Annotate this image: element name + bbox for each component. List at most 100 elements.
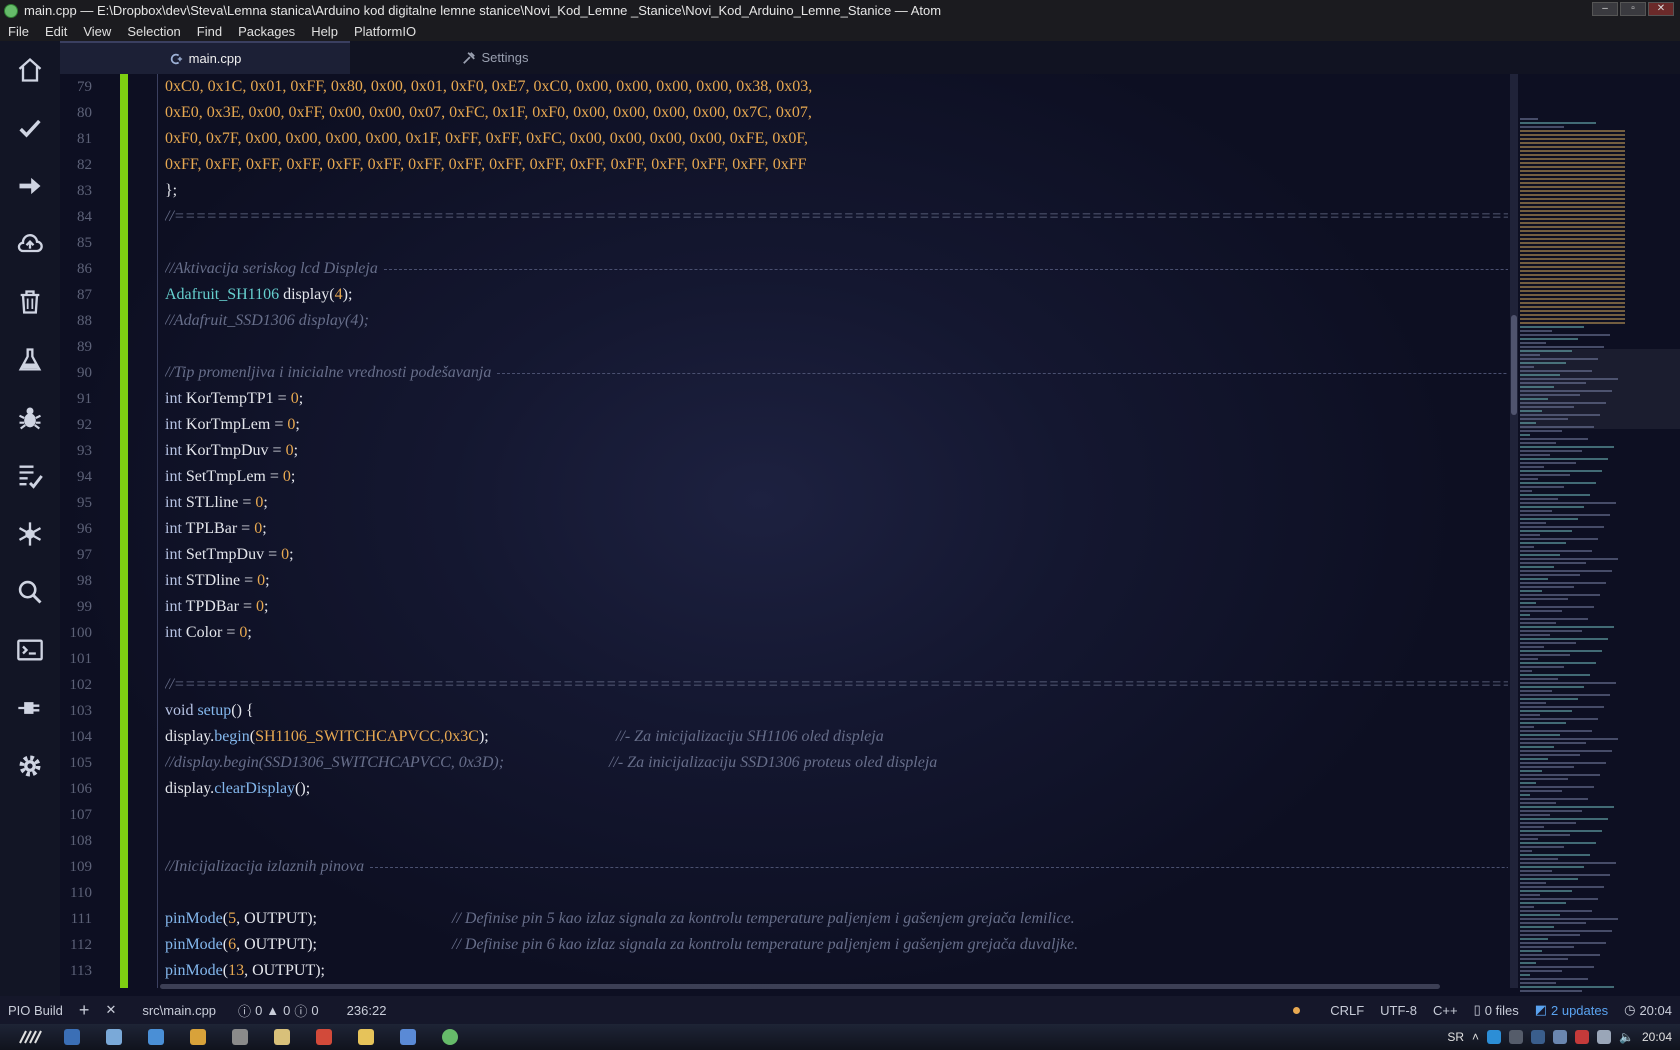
code-line[interactable]: 0xE0, 0x3E, 0x00, 0xFF, 0x00, 0x00, 0x07… (165, 100, 1508, 126)
language-indicator[interactable]: SR (1447, 1030, 1464, 1044)
menu-help[interactable]: Help (303, 24, 346, 39)
pio-tray-icon[interactable] (1553, 1030, 1568, 1044)
check-icon[interactable] (0, 99, 60, 157)
screen-icon[interactable] (1531, 1030, 1546, 1044)
diagnostics-summary[interactable]: ⓘ 0 ▲ 0 ⓘ 0 (230, 1001, 327, 1020)
minimap-visible-region[interactable] (1520, 349, 1680, 429)
menu-file[interactable]: File (0, 24, 37, 39)
code-line[interactable] (165, 802, 1508, 828)
menu-packages[interactable]: Packages (230, 24, 303, 39)
steam-icon[interactable] (1509, 1030, 1524, 1044)
search-icon[interactable] (0, 563, 60, 621)
code-line[interactable]: display.begin(SH1106_SWITCHCAPVCC,0x3C);… (165, 724, 1508, 750)
line-number[interactable]: 81 (60, 126, 120, 152)
line-number[interactable]: 109 (60, 854, 120, 880)
network-icon[interactable] (1597, 1030, 1612, 1044)
line-number[interactable]: 88 (60, 308, 120, 334)
line-number[interactable]: 92 (60, 412, 120, 438)
code-line[interactable]: void setup() { (165, 698, 1508, 724)
taskbar-app-icon[interactable] (180, 1026, 216, 1048)
line-number[interactable]: 80 (60, 100, 120, 126)
line-number[interactable]: 107 (60, 802, 120, 828)
code-line[interactable] (165, 334, 1508, 360)
taskbar-app-icon[interactable] (432, 1026, 468, 1048)
tray-expand-icon[interactable]: ˄ (1472, 1030, 1479, 1044)
line-number[interactable]: 98 (60, 568, 120, 594)
code-line[interactable]: display.clearDisplay(); (165, 776, 1508, 802)
add-terminal-button[interactable]: + (71, 1000, 98, 1021)
code-line[interactable]: pinMode(13, OUTPUT); (165, 958, 1508, 984)
code-line[interactable] (165, 880, 1508, 906)
taskbar-app-icon[interactable] (264, 1026, 300, 1048)
pio-build-button[interactable]: PIO Build (0, 1003, 71, 1018)
menu-view[interactable]: View (75, 24, 119, 39)
line-number[interactable]: 102 (60, 672, 120, 698)
cursor-position[interactable]: 236:22 (339, 1003, 395, 1018)
taskbar-app-icon[interactable] (348, 1026, 384, 1048)
line-number[interactable]: 91 (60, 386, 120, 412)
line-number-gutter[interactable]: 79 80 81 82 83 84 85 86 87 88 89 90 91 92 93 94 95 96 97 98… (60, 74, 120, 988)
line-number[interactable]: 89 (60, 334, 120, 360)
menu-platformio[interactable]: PlatformIO (346, 24, 424, 39)
vertical-scroll-thumb[interactable] (1511, 315, 1517, 415)
line-number[interactable]: 110 (60, 880, 120, 906)
code-line[interactable] (165, 646, 1508, 672)
menu-selection[interactable]: Selection (119, 24, 188, 39)
line-number[interactable]: 111 (60, 906, 120, 932)
code-line[interactable]: int STDline = 0; (165, 568, 1508, 594)
bug-icon[interactable] (0, 389, 60, 447)
code-line[interactable]: pinMode(6, OUTPUT);// Definise pin 6 kao… (165, 932, 1508, 958)
menu-find[interactable]: Find (189, 24, 230, 39)
code-line[interactable]: int KorTmpLem = 0; (165, 412, 1508, 438)
tab-main-cpp[interactable]: main.cpp (60, 41, 350, 74)
line-number[interactable]: 101 (60, 646, 120, 672)
line-number[interactable]: 85 (60, 230, 120, 256)
line-number[interactable]: 87 (60, 282, 120, 308)
line-number[interactable]: 97 (60, 542, 120, 568)
line-number[interactable]: 83 (60, 178, 120, 204)
line-number[interactable]: 86 (60, 256, 120, 282)
code-line[interactable] (165, 828, 1508, 854)
line-number[interactable]: 105 (60, 750, 120, 776)
home-icon[interactable] (0, 41, 60, 99)
code-line[interactable]: pinMode(5, OUTPUT);// Definise pin 5 kao… (165, 906, 1508, 932)
taskbar-app-icon[interactable] (96, 1026, 132, 1048)
close-button[interactable]: ✕ (1648, 2, 1674, 16)
code-line[interactable]: Adafruit_SH1106 display(4); (165, 282, 1508, 308)
line-number[interactable]: 82 (60, 152, 120, 178)
code-line[interactable]: int STLline = 0; (165, 490, 1508, 516)
gear-icon[interactable] (0, 737, 60, 795)
grammar-selector[interactable]: C++ (1425, 1003, 1466, 1018)
line-number[interactable]: 106 (60, 776, 120, 802)
taskbar-app-icon[interactable] (54, 1026, 90, 1048)
code-line[interactable]: //Adafruit_SSD1306 display(4); (165, 308, 1508, 334)
code-line[interactable]: //======================================… (165, 204, 1508, 230)
arrow-right-icon[interactable] (0, 157, 60, 215)
line-number[interactable]: 108 (60, 828, 120, 854)
close-terminal-button[interactable]: ✕ (97, 1002, 124, 1018)
skype-icon[interactable] (1487, 1030, 1502, 1044)
code-line[interactable]: int KorTempTP1 = 0; (165, 386, 1508, 412)
trash-icon[interactable] (0, 273, 60, 331)
horizontal-scrollbar[interactable] (160, 984, 1440, 989)
code-line[interactable] (165, 230, 1508, 256)
code-line[interactable]: 0xC0, 0x1C, 0x01, 0xFF, 0x80, 0x00, 0x01… (165, 74, 1508, 100)
line-number[interactable]: 104 (60, 724, 120, 750)
code-line[interactable]: int TPDBar = 0; (165, 594, 1508, 620)
taskbar-clock[interactable]: 20:04 (1642, 1030, 1672, 1044)
code-line[interactable]: int Color = 0; (165, 620, 1508, 646)
line-number[interactable]: 96 (60, 516, 120, 542)
tab-settings[interactable]: Settings (350, 41, 640, 74)
checklist-icon[interactable] (0, 447, 60, 505)
encoding-selector[interactable]: UTF-8 (1372, 1003, 1425, 1018)
line-number[interactable]: 94 (60, 464, 120, 490)
taskbar-app-icon[interactable] (306, 1026, 342, 1048)
volume-icon[interactable]: 🔈 (1619, 1030, 1634, 1044)
code-line[interactable]: int KorTmpDuv = 0; (165, 438, 1508, 464)
code-line[interactable]: 0xFF, 0xFF, 0xFF, 0xFF, 0xFF, 0xFF, 0xFF… (165, 152, 1508, 178)
taskbar-app-icon[interactable] (222, 1026, 258, 1048)
maximize-button[interactable]: ▫ (1620, 2, 1646, 16)
line-number[interactable]: 79 (60, 74, 120, 100)
code-line[interactable]: //Tip promenljiva i inicialne vrednosti … (165, 360, 1508, 386)
line-number[interactable]: 90 (60, 360, 120, 386)
